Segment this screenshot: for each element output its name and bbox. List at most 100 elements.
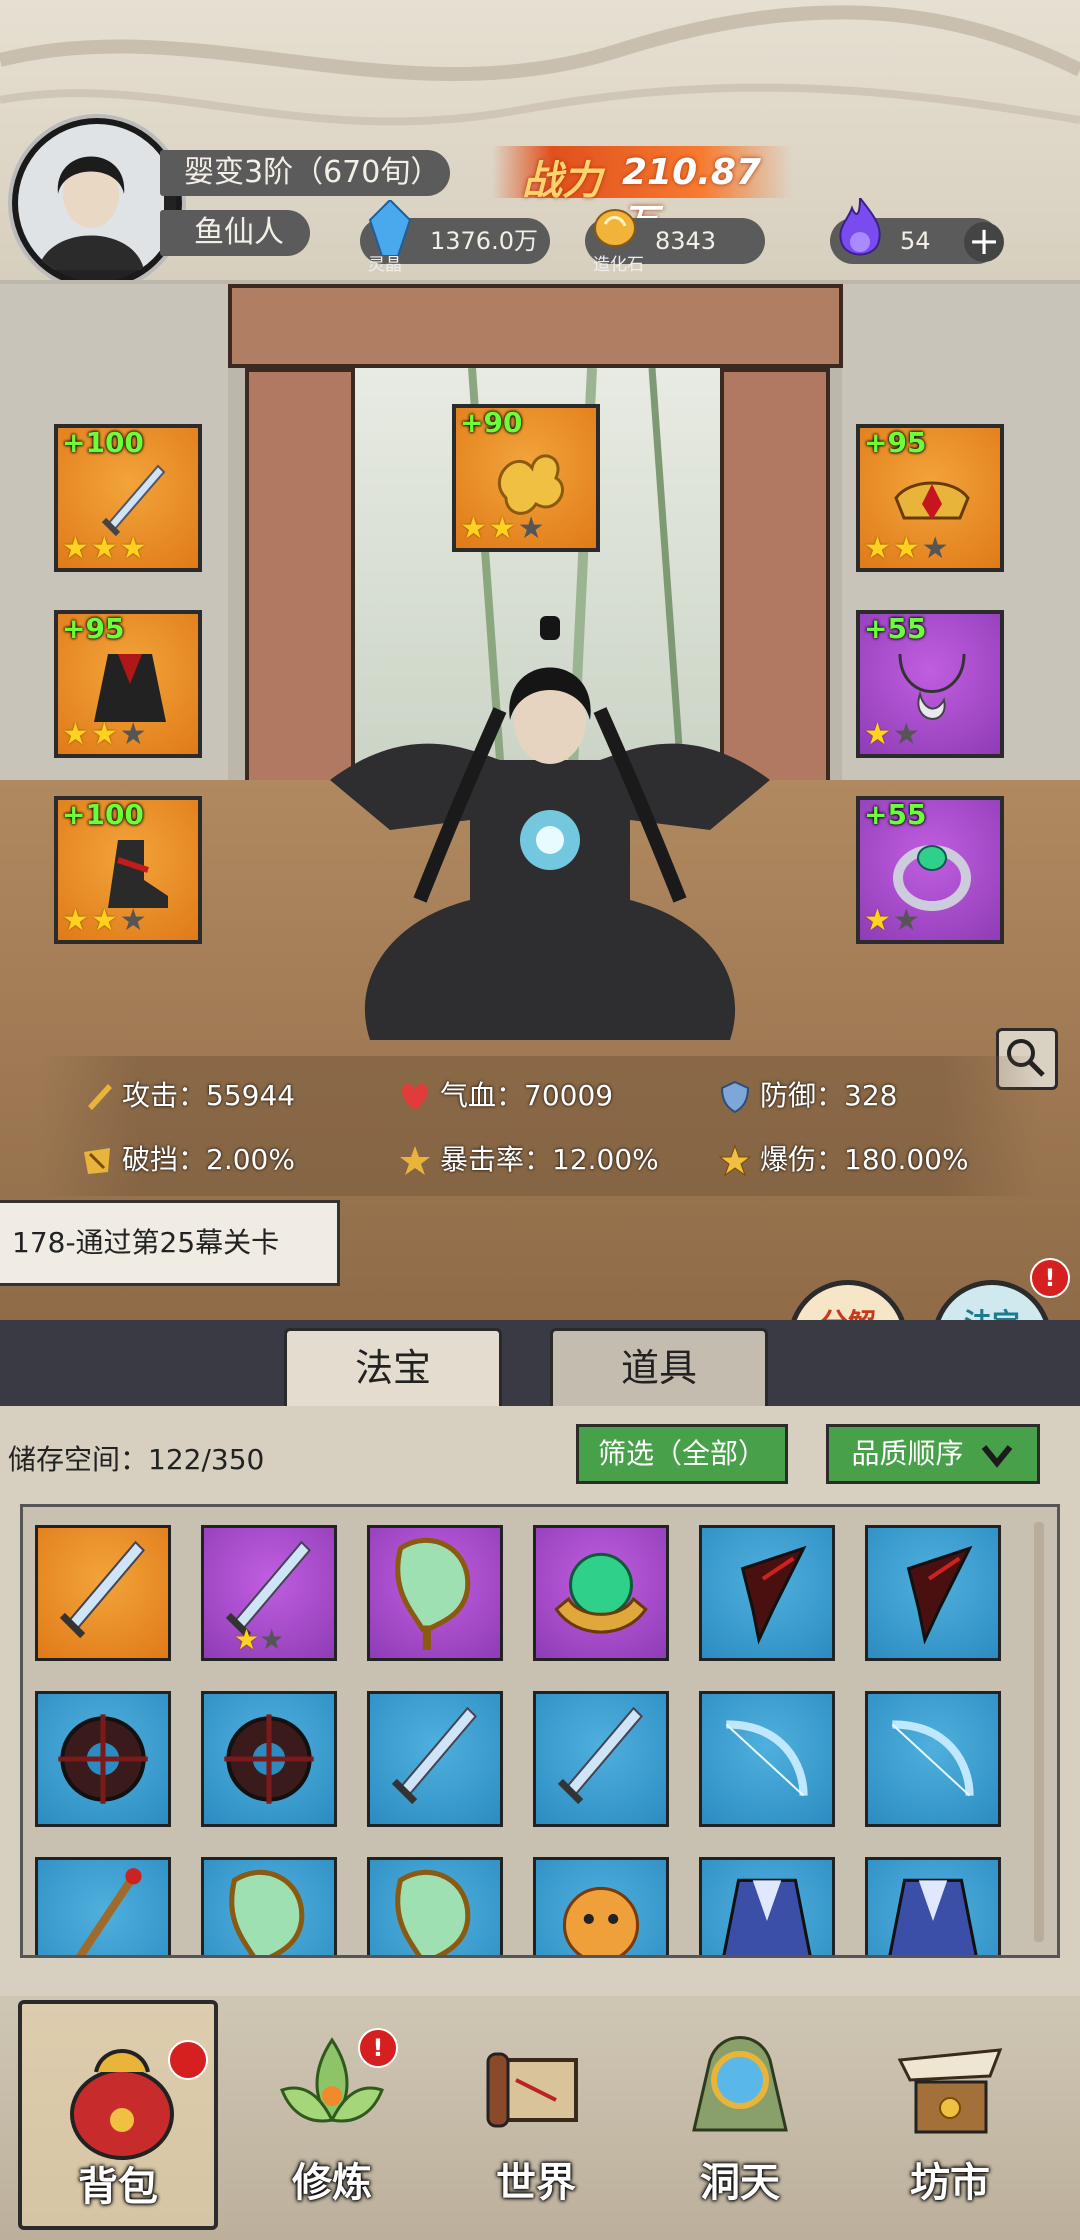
- inventory-item[interactable]: [699, 1857, 835, 1955]
- sword-icon: [557, 1706, 644, 1805]
- stat-defense-text: 防御：328: [760, 1079, 898, 1112]
- portal-icon: [692, 2036, 788, 2132]
- enhance-level: +55: [864, 798, 927, 831]
- resource-spirit-crystal[interactable]: 1376.0万 灵晶: [360, 200, 550, 275]
- sword-stat-icon: [88, 1084, 112, 1110]
- market-stall-icon: [897, 2048, 1003, 2134]
- filter-dropdown[interactable]: 筛选（全部）: [576, 1424, 788, 1484]
- sort-dropdown[interactable]: 品质顺序: [826, 1424, 1040, 1484]
- inventory-item[interactable]: [35, 1525, 171, 1661]
- power-label: 战力: [522, 158, 602, 204]
- inventory-item[interactable]: [533, 1857, 669, 1955]
- player-name: 鱼仙人: [160, 210, 310, 256]
- enhance-level: +100: [62, 426, 144, 459]
- tab-items[interactable]: 道具: [550, 1328, 768, 1406]
- alert-badge: !: [1030, 1258, 1070, 1298]
- player-avatar[interactable]: [12, 118, 182, 288]
- nav-label: 世界: [496, 2160, 576, 2206]
- inventory-item[interactable]: [865, 1525, 1001, 1661]
- enhance-level: +55: [864, 612, 927, 645]
- fan-icon: [395, 1869, 471, 1955]
- wheel-icon: [224, 1714, 314, 1804]
- stat-block-break: 破挡：2.00%: [80, 1138, 295, 1178]
- inventory-item[interactable]: [35, 1857, 171, 1955]
- inventory-grid: ★★: [20, 1504, 1060, 1958]
- inventory-item[interactable]: [367, 1691, 503, 1827]
- equip-slot-ornament[interactable]: +90 ★★★: [452, 404, 600, 552]
- star-rating: ★★★: [864, 531, 951, 566]
- inventory-item[interactable]: [367, 1525, 503, 1661]
- crit-damage-icon: [718, 1144, 752, 1177]
- enhance-level: +95: [864, 426, 927, 459]
- blue-robe-icon: [722, 1878, 812, 1955]
- crit-burst-icon: [400, 1146, 430, 1175]
- nav-grotto[interactable]: 洞天: [640, 2000, 840, 2230]
- notification-dot: [168, 2040, 208, 2080]
- equip-slot-headgear[interactable]: +95 ★★★: [856, 424, 1004, 572]
- wheel-icon: [58, 1714, 148, 1804]
- tab-bar: [0, 1320, 1080, 1406]
- inventory-item[interactable]: [699, 1691, 835, 1827]
- nav-cultivate[interactable]: 修炼 !: [232, 2000, 432, 2230]
- equip-slot-ring[interactable]: +55 ★★: [856, 796, 1004, 944]
- equip-slot-armor[interactable]: +95 ★★★: [54, 610, 202, 758]
- tab-treasure[interactable]: 法宝: [284, 1328, 502, 1406]
- resource-value: 1376.0万: [430, 227, 538, 255]
- sword-icon: [59, 1540, 146, 1639]
- stat-hp-text: 气血：70009: [440, 1079, 614, 1112]
- storage-capacity: 储存空间：122/350: [8, 1443, 265, 1476]
- resource-creation-stone[interactable]: 8343 造化石: [585, 209, 765, 275]
- blue-robe-icon: [888, 1878, 978, 1955]
- sword-icon: [391, 1706, 478, 1805]
- lion-ornament-icon: [562, 1886, 640, 1955]
- dark-blade-icon: [906, 1545, 973, 1645]
- add-resource-button[interactable]: +: [964, 222, 1004, 262]
- star-rating: ★★: [864, 717, 922, 752]
- stat-crit-damage-text: 爆伤：180.00%: [760, 1143, 969, 1176]
- sword-icon: [101, 464, 166, 537]
- quest-banner[interactable]: 178-通过第25幕关卡: [0, 1200, 340, 1286]
- stat-crit-rate-text: 暴击率：12.00%: [440, 1143, 659, 1176]
- inventory-item[interactable]: [35, 1691, 171, 1827]
- inventory-item[interactable]: [533, 1525, 669, 1661]
- crown-icon: [894, 481, 970, 520]
- broken-shield-icon: [84, 1148, 110, 1174]
- heart-icon: [402, 1084, 428, 1110]
- nav-bag[interactable]: 背包: [18, 2000, 218, 2230]
- equip-slot-boots[interactable]: +100 ★★★: [54, 796, 202, 944]
- stat-crit-rate: 暴击率：12.00%: [398, 1138, 659, 1178]
- enhance-level: +95: [62, 612, 125, 645]
- inventory-item[interactable]: [699, 1525, 835, 1661]
- star-rating: ★★: [234, 1623, 285, 1656]
- robe-icon: [94, 654, 166, 722]
- bow-icon: [891, 1720, 974, 1797]
- nav-label: 坊市: [910, 2160, 990, 2206]
- equip-slot-necklace[interactable]: +55 ★★: [856, 610, 1004, 758]
- stat-hp: 气血：70009: [398, 1074, 613, 1114]
- inventory-item[interactable]: [367, 1857, 503, 1955]
- stat-attack-text: 攻击：55944: [122, 1079, 296, 1112]
- inventory-scrollbar[interactable]: [1034, 1522, 1044, 1942]
- inventory-item[interactable]: [533, 1691, 669, 1827]
- bag-icon: [70, 2049, 174, 2160]
- inventory-item[interactable]: [201, 1691, 337, 1827]
- star-rating: ★★★: [62, 903, 149, 938]
- equip-slot-weapon[interactable]: +100 ★★★: [54, 424, 202, 572]
- inventory-item[interactable]: ★★: [201, 1525, 337, 1661]
- jade-ornament-icon: [554, 1552, 648, 1634]
- stat-crit-damage: 爆伤：180.00%: [718, 1138, 969, 1178]
- cloud-ornament-icon: [497, 454, 564, 515]
- star-rating: ★★★: [62, 531, 149, 566]
- nav-world[interactable]: 世界: [436, 2000, 636, 2230]
- fan-icon: [395, 1537, 471, 1650]
- nav-label: 修炼: [292, 2160, 372, 2206]
- stat-block-break-text: 破挡：2.00%: [122, 1143, 295, 1176]
- enhance-level: +90: [460, 406, 523, 439]
- inventory-item[interactable]: [201, 1857, 337, 1955]
- nav-market[interactable]: 坊市: [850, 2000, 1050, 2230]
- ring-icon: [893, 845, 971, 911]
- inventory-item[interactable]: [865, 1691, 1001, 1827]
- inventory-item[interactable]: [865, 1857, 1001, 1955]
- cultivator-character: [330, 616, 770, 1040]
- combat-power-banner: 战力 210.87万: [492, 146, 792, 243]
